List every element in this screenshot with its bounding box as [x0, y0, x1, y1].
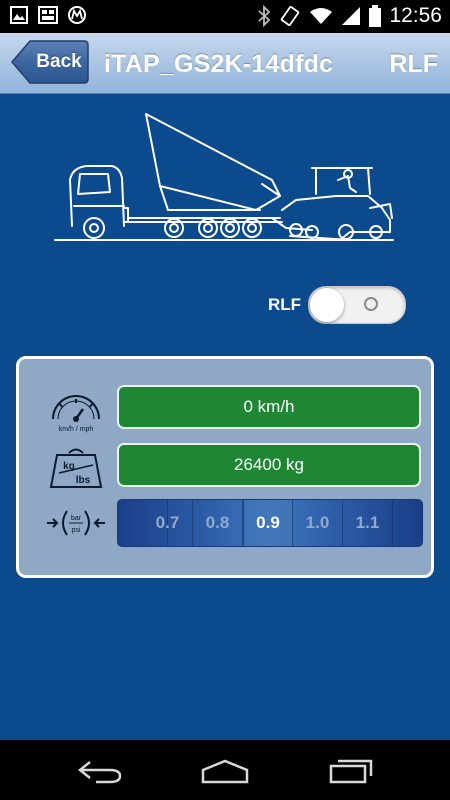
svg-text:psi: psi — [72, 527, 81, 534]
speed-value: 0 km/h — [117, 385, 421, 429]
rlf-toggle-switch[interactable] — [308, 286, 406, 324]
toggle-off-indicator-icon — [364, 297, 378, 311]
weight-icon: kg lbs — [49, 448, 103, 488]
header-right-label: RLF — [389, 50, 438, 78]
signal-icon — [342, 7, 361, 25]
weight-value: 26400 kg — [117, 443, 421, 487]
pressure-picker[interactable]: 0.7 0.8 0.9 1.0 1.1 — [117, 499, 423, 547]
battery-icon — [369, 5, 382, 27]
motorola-icon — [68, 6, 86, 24]
wifi-icon — [310, 8, 333, 24]
speedometer-icon: km/h / mph — [52, 395, 100, 433]
gallery-icon — [38, 6, 58, 24]
back-button[interactable]: Back — [10, 39, 90, 85]
back-button-label: Back — [36, 51, 82, 72]
status-time: 12:56 — [389, 4, 442, 27]
measurement-panel: km/h / mph 0 km/h kg lbs 26400 kg bar ps… — [16, 356, 434, 578]
svg-text:km/h / mph: km/h / mph — [59, 426, 94, 433]
home-nav-icon[interactable] — [200, 758, 250, 784]
recents-nav-icon[interactable] — [328, 758, 374, 784]
svg-text:kg: kg — [63, 461, 75, 472]
svg-text:lbs: lbs — [76, 475, 91, 486]
status-bar: 12:56 — [0, 0, 450, 33]
svg-text:bar: bar — [71, 515, 82, 522]
page-title: iTAP_GS2K-14dfdc — [104, 50, 334, 78]
picker-item[interactable]: 0.8 — [193, 500, 243, 546]
truck-paver-illustration — [54, 113, 394, 241]
picker-item[interactable]: 0.7 — [143, 500, 193, 546]
navigation-bar — [0, 740, 450, 800]
back-nav-icon[interactable] — [76, 758, 124, 784]
toggle-knob — [310, 288, 344, 322]
picker-item[interactable]: 1.1 — [343, 500, 393, 546]
rotation-icon — [281, 6, 300, 26]
bluetooth-icon — [258, 5, 271, 27]
header-bar: Back iTAP_GS2K-14dfdc RLF — [0, 33, 450, 94]
picker-item[interactable]: 1.0 — [293, 500, 343, 546]
rlf-toggle-label: RLF — [268, 295, 302, 314]
image-icon — [10, 6, 28, 24]
picker-item-selected[interactable]: 0.9 — [243, 500, 293, 546]
pressure-icon: bar psi — [47, 510, 105, 536]
